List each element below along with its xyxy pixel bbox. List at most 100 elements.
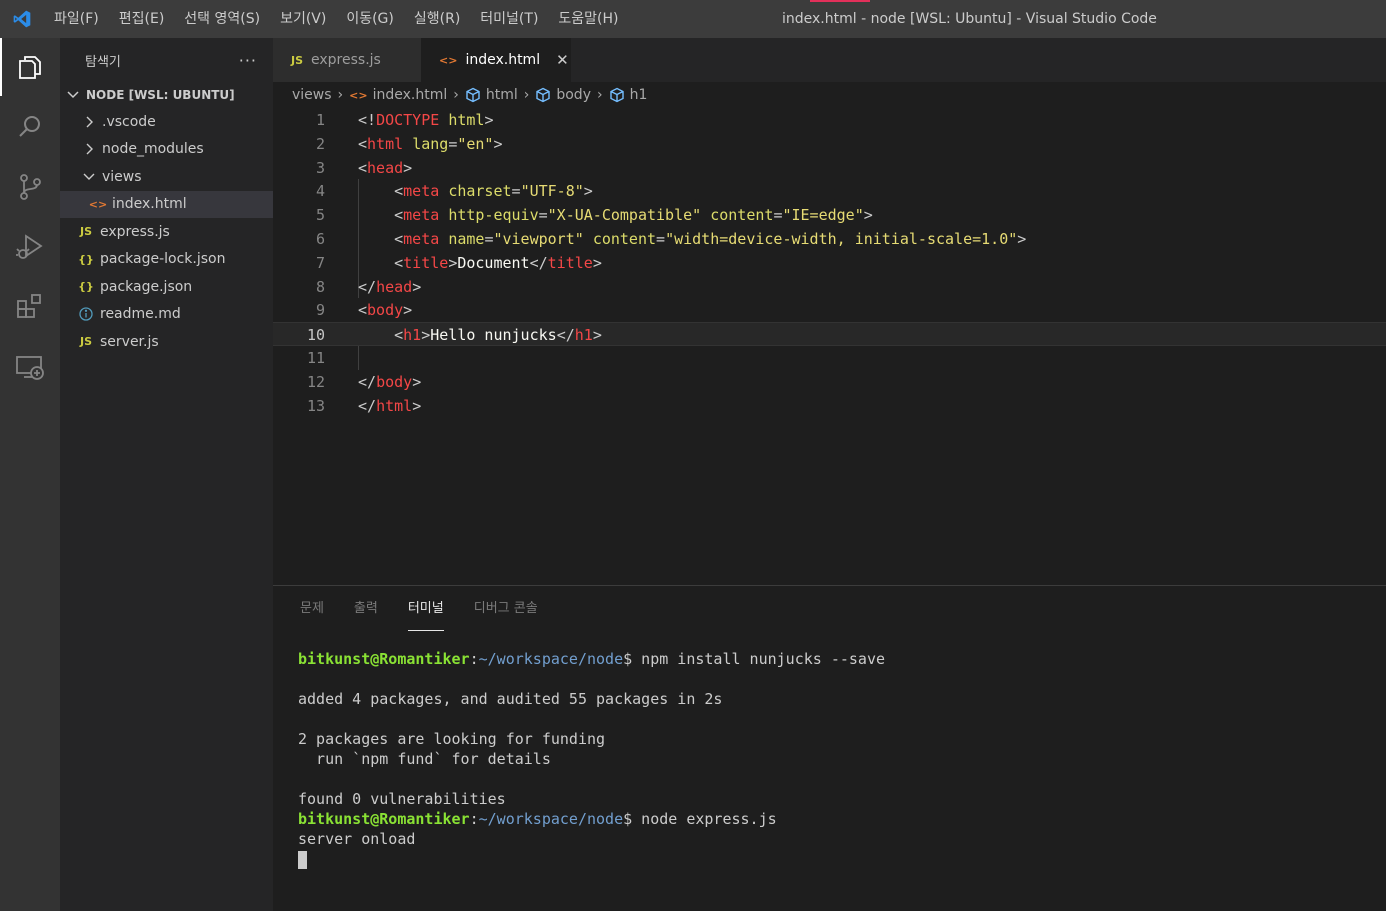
source-control-icon[interactable] bbox=[0, 158, 60, 216]
tab-output[interactable]: 출력 bbox=[354, 587, 378, 631]
code-token: = bbox=[538, 206, 548, 225]
tree-item[interactable]: JS server.js bbox=[60, 328, 273, 356]
menu-item[interactable]: 이동(G) bbox=[336, 0, 404, 38]
code-line: 5 <meta http-equiv="X-UA-Compatible" con… bbox=[273, 203, 1386, 227]
tab-express-js[interactable]: JS express.js bbox=[273, 38, 421, 82]
code-text: <meta http-equiv="X-UA-Compatible" conte… bbox=[358, 203, 873, 227]
code-token: > bbox=[592, 326, 602, 345]
code-token: charset bbox=[448, 182, 512, 201]
tab-label: express.js bbox=[311, 52, 381, 68]
menu-item[interactable]: 선택 영역(S) bbox=[174, 0, 270, 38]
close-icon[interactable]: ✕ bbox=[556, 51, 569, 69]
menu-item[interactable]: 편집(E) bbox=[109, 0, 175, 38]
code-text: <meta name="viewport" content="width=dev… bbox=[358, 227, 1026, 251]
tree-item[interactable]: <> index.html bbox=[60, 190, 273, 218]
terminal-line: 2 packages are looking for funding bbox=[298, 729, 885, 749]
code-token: > bbox=[484, 111, 494, 129]
code-token: meta bbox=[403, 182, 440, 201]
tree-item[interactable]: readme.md bbox=[60, 301, 273, 329]
code-token: = bbox=[511, 182, 521, 201]
tree-item[interactable]: JS express.js bbox=[60, 218, 273, 246]
workspace-label: NODE [WSL: UBUNTU] bbox=[86, 88, 235, 102]
code-token: > bbox=[592, 253, 602, 272]
code-token: title bbox=[403, 253, 449, 272]
tab-debug-console[interactable]: 디버그 콘솔 bbox=[474, 587, 538, 631]
terminal-prompt-path: ~/workspace/node bbox=[478, 650, 624, 668]
menu-item[interactable]: 터미널(T) bbox=[470, 0, 548, 38]
search-icon[interactable] bbox=[0, 98, 60, 156]
code-token: content bbox=[592, 230, 657, 248]
terminal-prompt-user: bitkunst@Romantiker bbox=[298, 810, 470, 828]
menu-item[interactable]: 보기(V) bbox=[270, 0, 336, 38]
code-line: 9 <body> bbox=[273, 298, 1386, 322]
breadcrumb-index-html[interactable]: index.html bbox=[373, 87, 448, 103]
code-token: </ bbox=[358, 277, 377, 296]
code-editor[interactable]: 1 <!DOCTYPE html> 2 <html lang="en"> 3 <head>… bbox=[273, 108, 1386, 584]
code-text: </head> bbox=[358, 275, 421, 299]
menu-item[interactable]: 도움말(H) bbox=[548, 0, 628, 38]
tree-item-label: package.json bbox=[100, 278, 193, 295]
tree-item-label: express.js bbox=[100, 223, 170, 240]
more-actions-icon[interactable]: ··· bbox=[239, 51, 257, 70]
tree-item[interactable]: {} package.json bbox=[60, 273, 273, 301]
breadcrumb-body[interactable]: body bbox=[556, 87, 591, 103]
tab-index-html[interactable]: <> index.html ✕ bbox=[421, 38, 571, 82]
explorer-icon[interactable] bbox=[0, 38, 60, 96]
tree-item-label: .vscode bbox=[102, 113, 156, 130]
tree-item-label: node_modules bbox=[102, 141, 204, 158]
code-text: <title>Document</title> bbox=[358, 251, 602, 275]
tree-item[interactable]: views bbox=[60, 163, 273, 191]
tree-item[interactable]: {} package-lock.json bbox=[60, 246, 273, 274]
code-token: < bbox=[358, 158, 368, 177]
html-file-icon: <> bbox=[349, 88, 368, 102]
terminal-line: added 4 packages, and audited 55 package… bbox=[298, 689, 885, 709]
code-token: "X-UA-Compatible" bbox=[547, 206, 702, 225]
extensions-icon[interactable] bbox=[0, 278, 60, 336]
info-icon bbox=[76, 307, 96, 321]
html-file-icon: <> bbox=[439, 53, 458, 67]
html-file-icon: <> bbox=[88, 197, 108, 211]
explorer-title: 탐색기 bbox=[85, 54, 121, 70]
terminal-line: bitkunst@Romantiker:~/workspace/node$ np… bbox=[298, 649, 885, 669]
tree-item[interactable]: .vscode bbox=[60, 108, 273, 136]
terminal-line: run `npm fund` for details bbox=[298, 749, 885, 769]
workspace-section-header[interactable]: NODE [WSL: UBUNTU] bbox=[60, 82, 273, 108]
code-token: > bbox=[412, 396, 422, 415]
line-number: 6 bbox=[315, 230, 325, 248]
code-token: > bbox=[403, 301, 413, 320]
breadcrumb: views › <> index.html › html › body › h1 bbox=[273, 82, 1386, 108]
line-number: 3 bbox=[315, 158, 325, 177]
window-title: index.html - node [WSL: Ubuntu] - Visual… bbox=[782, 11, 1157, 27]
code-token: < bbox=[358, 301, 368, 320]
code-token: body bbox=[367, 301, 404, 320]
menu-item[interactable]: 실행(R) bbox=[404, 0, 470, 38]
terminal-text: 2 packages are looking for funding bbox=[298, 730, 606, 748]
code-line: 3 <head> bbox=[273, 156, 1386, 180]
breadcrumb-h1[interactable]: h1 bbox=[630, 87, 648, 103]
menu-item[interactable]: 파일(F) bbox=[44, 0, 109, 38]
code-token: > bbox=[1017, 230, 1027, 248]
tree-item-label: views bbox=[102, 168, 142, 185]
code-token: <! bbox=[358, 111, 377, 129]
breadcrumb-views[interactable]: views bbox=[292, 87, 332, 103]
editor-tabs: JS express.js <> index.html ✕ bbox=[273, 38, 1386, 82]
tree-item[interactable]: node_modules bbox=[60, 136, 273, 164]
line-number: 12 bbox=[306, 372, 325, 391]
tab-problems[interactable]: 문제 bbox=[300, 587, 324, 631]
code-token: </ bbox=[556, 326, 575, 345]
terminal-output[interactable]: bitkunst@Romantiker:~/workspace/node$ np… bbox=[298, 649, 885, 869]
tab-terminal[interactable]: 터미널 bbox=[407, 587, 444, 631]
chevron-right-icon: › bbox=[596, 87, 603, 103]
remote-explorer-icon[interactable] bbox=[0, 338, 60, 396]
code-token: > bbox=[403, 158, 413, 177]
terminal-prompt-user: bitkunst@Romantiker bbox=[298, 650, 470, 668]
run-debug-icon[interactable] bbox=[0, 218, 60, 276]
breadcrumb-html[interactable]: html bbox=[486, 87, 518, 103]
